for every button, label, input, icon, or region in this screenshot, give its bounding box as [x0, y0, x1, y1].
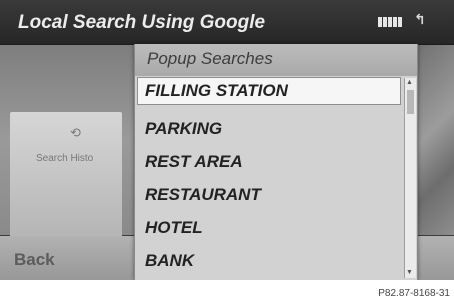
history-icon: ⟲: [70, 125, 81, 140]
phone-connection-icon: ↰: [414, 11, 426, 27]
popup-title: Popup Searches: [147, 49, 273, 68]
figure-reference-code: P82.87-8168-31: [378, 288, 450, 299]
list-item-bank[interactable]: BANK: [135, 244, 403, 277]
scrollbar[interactable]: ▲ ▼: [404, 78, 416, 278]
signal-strength-icon: [378, 17, 402, 27]
scroll-up-icon[interactable]: ▲: [406, 79, 413, 87]
list-item-parking[interactable]: PARKING: [135, 112, 403, 145]
app-title: Local Search Using Google: [18, 12, 266, 33]
search-history-tile[interactable]: [10, 112, 122, 238]
back-button[interactable]: Back: [14, 250, 55, 270]
list-item-filling-station[interactable]: FILLING STATION: [137, 77, 401, 105]
popular-searches-popup: Popup Searches FILLING STATION PARKING R…: [134, 44, 418, 280]
popup-header: Popup Searches: [135, 44, 417, 76]
popular-searches-list: FILLING STATION PARKING REST AREA RESTAU…: [135, 77, 403, 277]
title-bar: Local Search Using Google ↰: [0, 0, 454, 45]
scroll-thumb[interactable]: [407, 90, 414, 114]
list-item-restaurant[interactable]: RESTAURANT: [135, 178, 403, 211]
navigation-screen: Local Search Using Google ↰ ⟲ Search His…: [0, 0, 454, 280]
scroll-down-icon[interactable]: ▼: [406, 269, 413, 277]
search-history-label: Search Histo: [36, 153, 94, 164]
list-item-rest-area[interactable]: REST AREA: [135, 145, 403, 178]
list-item-hotel[interactable]: HOTEL: [135, 211, 403, 244]
background-map-right: [415, 45, 454, 235]
